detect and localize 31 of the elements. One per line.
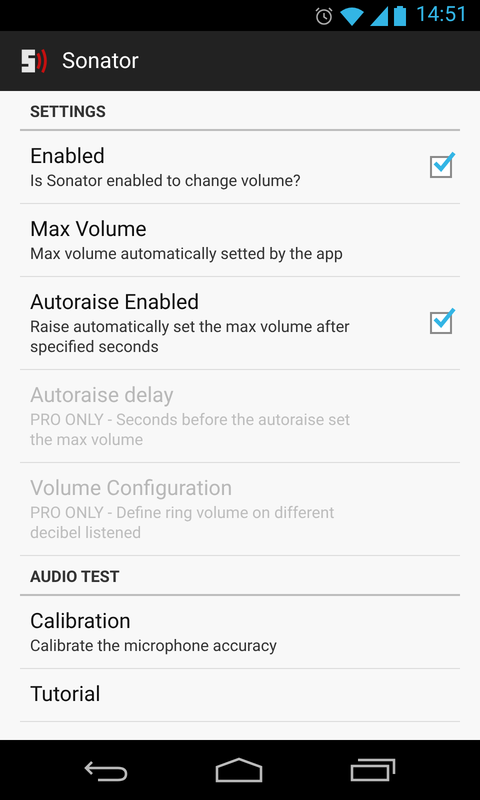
preference-title: Max Volume <box>30 217 148 244</box>
preference-title: Autoraise Enabled <box>30 290 200 317</box>
preference-row[interactable]: Autoraise Enabled Raise automatically set the max volume after specified seconds <box>20 277 430 369</box>
preference-summary: PRO ONLY - Define ring volume on different decibel listened <box>30 503 336 543</box>
preference-row[interactable]: Max Volume Max volume automatically setted by the app <box>20 204 460 276</box>
preference-row[interactable]: Tutorial <box>20 669 460 721</box>
preference-title: Enabled <box>30 144 106 171</box>
section-header: SETTINGS <box>30 102 106 121</box>
preference-summary: PRO ONLY - Seconds before the autoraise set the max volume <box>30 410 352 450</box>
preference-title: Calibration <box>30 609 132 636</box>
back-icon[interactable] <box>84 758 128 782</box>
home-icon[interactable] <box>214 757 263 783</box>
checkmark-icon <box>432 306 456 330</box>
preference-summary: Raise automatically set the max volume after specified seconds <box>30 317 351 357</box>
section-header: AUDIO TEST <box>30 567 120 586</box>
alarm-clock-icon <box>314 6 334 26</box>
battery-icon <box>394 6 406 26</box>
preference-summary: Max volume automatically setted by the app <box>30 244 344 264</box>
preference-summary: Is Sonator enabled to change volume? <box>30 171 302 191</box>
recent-apps-icon[interactable] <box>350 758 396 782</box>
status-time: 14:51 <box>416 2 468 29</box>
wifi-icon <box>340 6 364 26</box>
preference-title: Autoraise delay <box>30 383 175 410</box>
preference-title: Volume Configuration <box>30 476 234 503</box>
app-title: Sonator <box>62 48 139 76</box>
preference-row[interactable]: Calibration Calibrate the microphone accuracy <box>20 596 460 668</box>
preference-row[interactable]: Enabled Is Sonator enabled to change volume? <box>20 131 430 203</box>
checkmark-icon <box>432 150 456 174</box>
preference-summary: Calibrate the microphone accuracy <box>30 636 278 656</box>
signal-icon <box>370 6 388 26</box>
preference-title: Tutorial <box>30 682 102 709</box>
